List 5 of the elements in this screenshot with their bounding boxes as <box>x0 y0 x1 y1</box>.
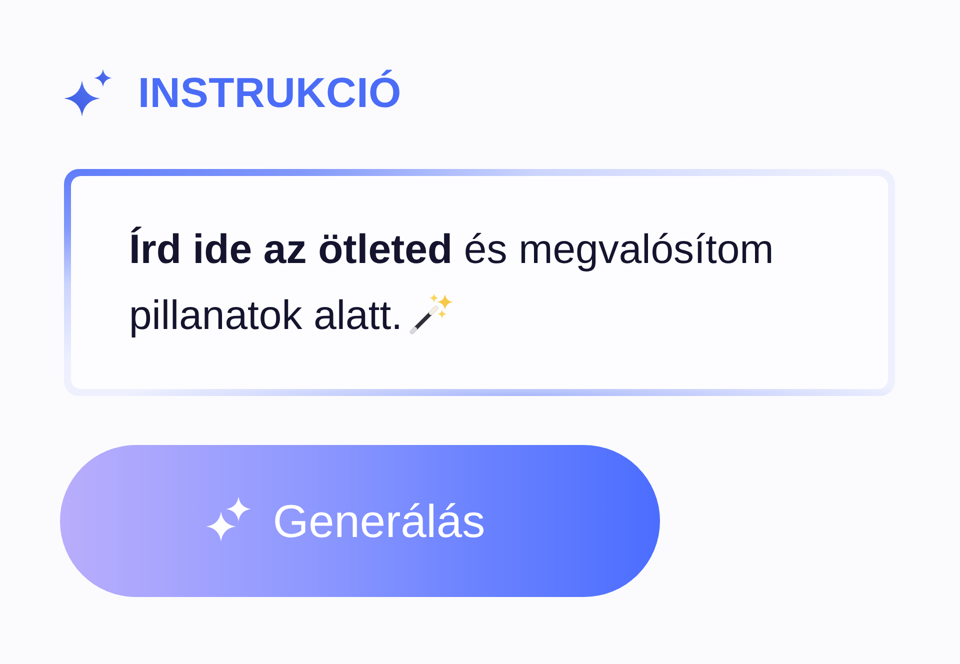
section-title: INSTRUKCIÓ <box>138 69 402 117</box>
sparkle-icon <box>206 496 251 542</box>
prompt-field[interactable]: Írd ide az ötleted és megvalósítom pillanatok alatt. <box>64 169 895 396</box>
magic-wand-icon <box>408 293 453 335</box>
sparkle-icon <box>64 69 112 117</box>
